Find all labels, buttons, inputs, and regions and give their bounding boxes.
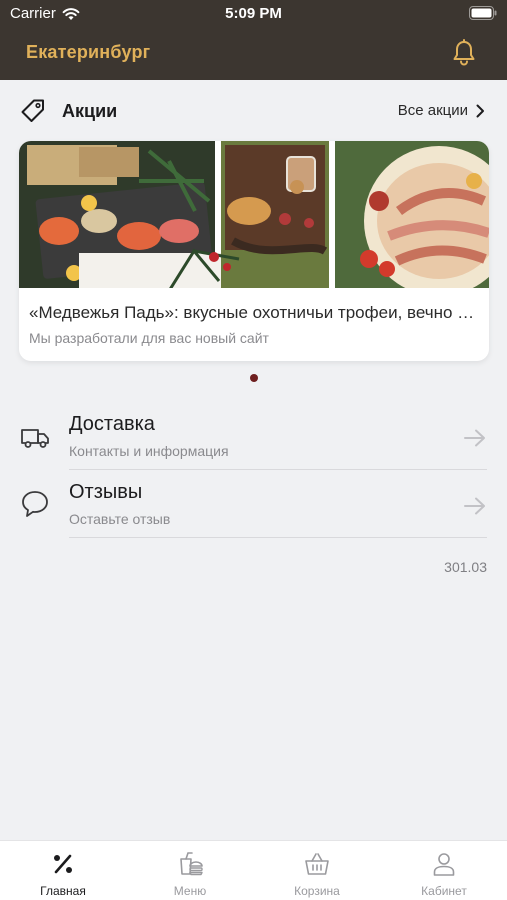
- city-selector[interactable]: Екатеринбург: [26, 42, 150, 63]
- carousel-pagination: [0, 374, 507, 384]
- tab-label: Кабинет: [421, 884, 467, 898]
- list-item-subtitle: Оставьте отзыв: [69, 511, 171, 527]
- list-item-subtitle: Контакты и информация: [69, 443, 229, 459]
- status-time: 5:09 PM: [225, 5, 282, 22]
- tab-menu[interactable]: Меню: [127, 841, 253, 900]
- chevron-right-icon: [476, 104, 484, 117]
- tab-label: Корзина: [294, 884, 340, 898]
- status-bar: Carrier 5:09 PM: [0, 0, 507, 28]
- tab-bar: Главная Меню Корзина Кабинет: [0, 840, 507, 900]
- tab-label: Главная: [40, 884, 86, 898]
- user-icon: [431, 851, 457, 877]
- app-header: Carrier 5:09 PM Екатеринбург: [0, 0, 507, 80]
- tab-cart[interactable]: Корзина: [254, 841, 380, 900]
- app-version: 301.03: [444, 559, 487, 575]
- list-item-title: Отзывы: [69, 481, 143, 503]
- promotion-card-title: «Медвежья Падь»: вкусные охотничьи трофе…: [29, 303, 481, 322]
- promotions-header: Акции Все акции: [0, 96, 507, 126]
- menu-food-icon: [177, 851, 203, 877]
- list-item-delivery[interactable]: Доставка Контакты и информация: [0, 404, 507, 472]
- tab-account[interactable]: Кабинет: [381, 841, 507, 900]
- arrow-right-icon: [463, 428, 487, 448]
- truck-icon: [20, 422, 50, 452]
- all-promotions-label: Все акции: [397, 102, 468, 119]
- list-item-title: Доставка: [69, 413, 155, 435]
- tab-label: Меню: [173, 884, 207, 898]
- basket-icon: [304, 851, 330, 877]
- pagination-dot-active[interactable]: [250, 374, 258, 382]
- battery-icon: [469, 6, 497, 24]
- percent-icon: [50, 851, 76, 877]
- list-item-reviews[interactable]: Отзывы Оставьте отзыв: [0, 472, 507, 540]
- divider: [69, 537, 487, 538]
- promotion-card[interactable]: «Медвежья Падь»: вкусные охотничьи трофе…: [19, 141, 489, 361]
- arrow-right-icon: [463, 496, 487, 516]
- bell-icon[interactable]: [451, 39, 477, 67]
- all-promotions-link[interactable]: Все акции: [398, 102, 485, 119]
- promotion-card-subtitle: Мы разработали для вас новый сайт: [29, 330, 269, 346]
- tag-icon: [20, 98, 46, 124]
- nav-bar: Екатеринбург: [0, 28, 507, 80]
- promotions-title: Акции: [62, 101, 118, 121]
- tab-home[interactable]: Главная: [0, 841, 126, 900]
- promotion-image: [19, 141, 489, 288]
- speech-bubble-icon: [20, 489, 50, 519]
- divider: [69, 469, 487, 470]
